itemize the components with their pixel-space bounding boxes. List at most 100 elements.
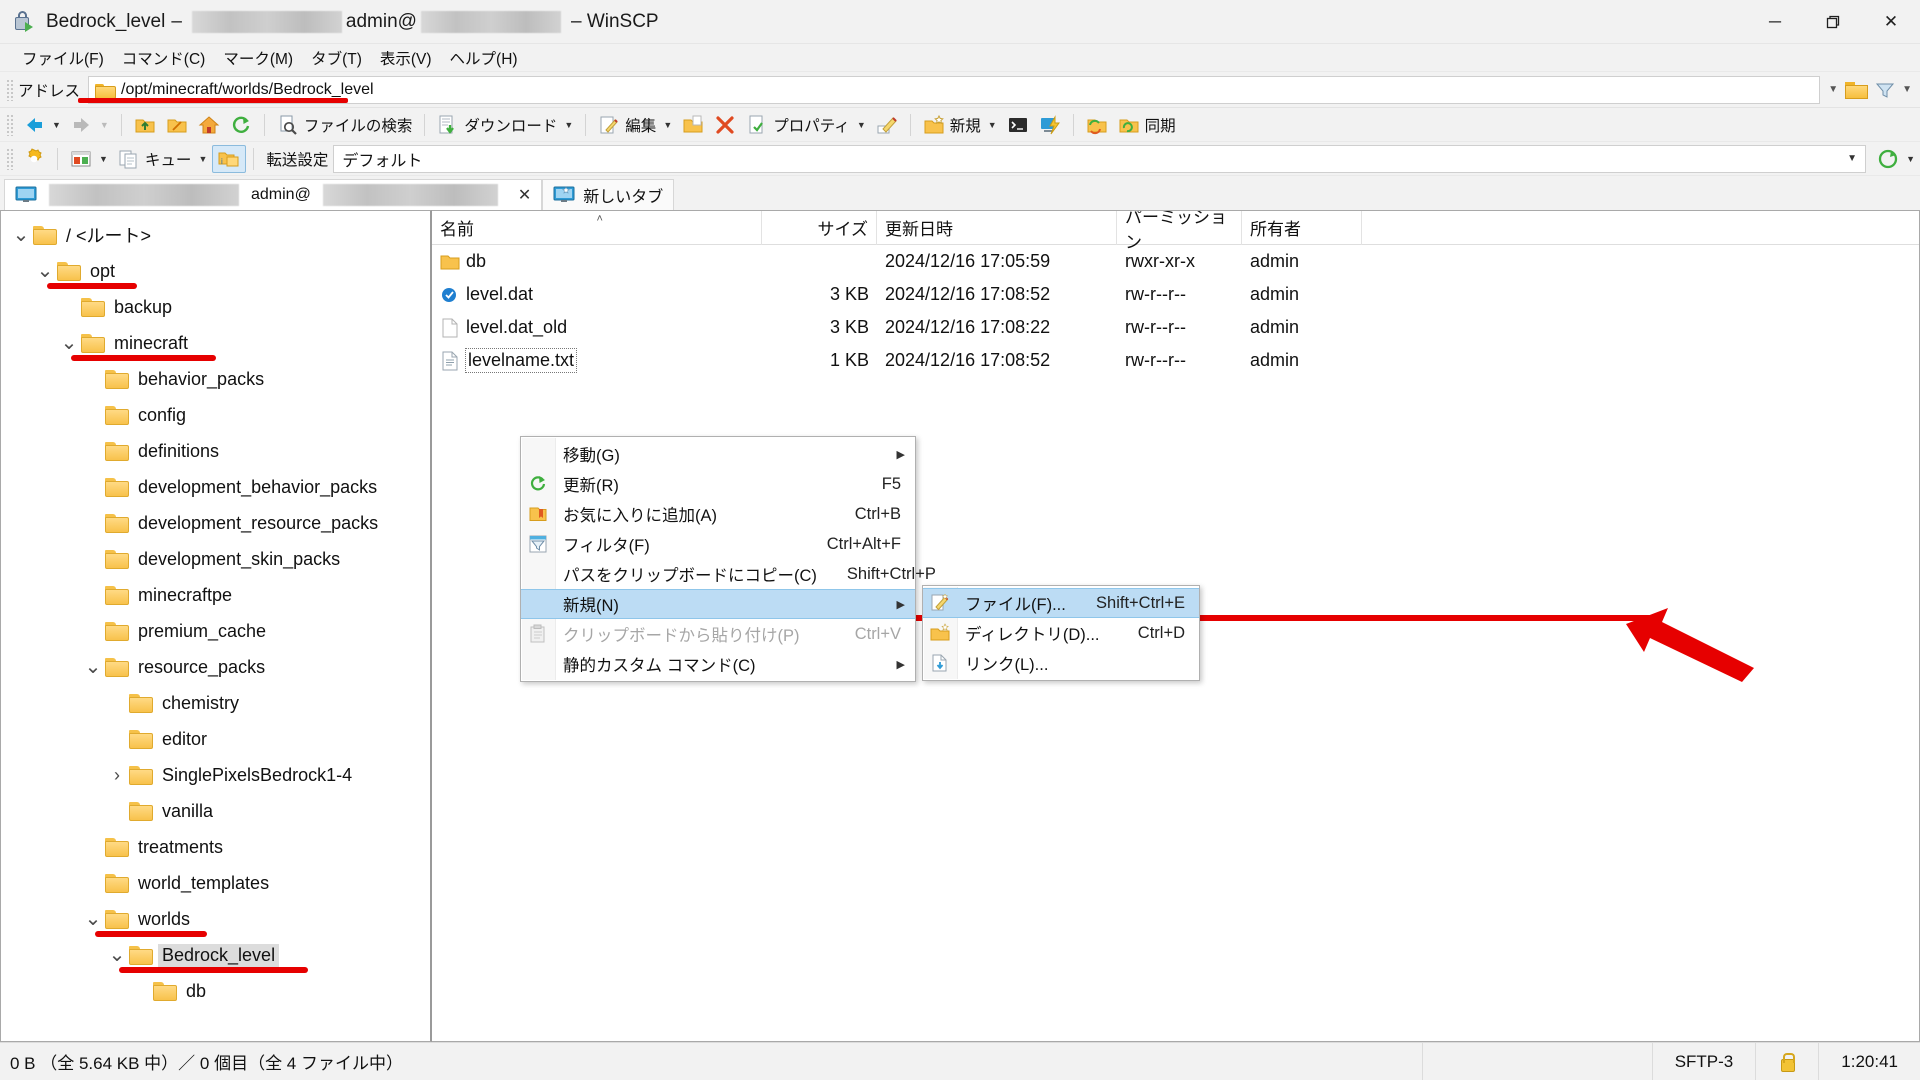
tree-node-chemistry[interactable]: chemistry — [1, 685, 430, 721]
ctx-move[interactable]: 移動(G) ▶ — [521, 439, 915, 469]
delete-button[interactable] — [709, 111, 741, 139]
tree-node-definitions[interactable]: definitions — [1, 433, 430, 469]
ctx-copy-path[interactable]: パスをクリップボードにコピー(C) Shift+Ctrl+P — [521, 559, 936, 589]
toolbar-grip-address[interactable] — [6, 78, 14, 101]
chevron-down-icon-download[interactable]: ▼ — [564, 120, 573, 130]
table-row[interactable]: levelname.txt 1 KB 2024/12/16 17:08:52 rw-r… — [432, 344, 1919, 377]
tree-node-world-templates[interactable]: world_templates — [1, 865, 430, 901]
filter-icon-toolbar[interactable] — [1874, 81, 1896, 99]
column-size[interactable]: サイズ — [762, 211, 877, 245]
chevron-right-icon[interactable]: › — [107, 765, 127, 786]
tree-node-minecraftpe[interactable]: minecraftpe — [1, 577, 430, 613]
tree-node-worlds[interactable]: ⌄ worlds — [1, 901, 430, 937]
menu-tab[interactable]: タブ(T) — [303, 44, 370, 72]
column-permission[interactable]: パーミッション — [1117, 211, 1242, 252]
chevron-down-icon-edit[interactable]: ▼ — [663, 120, 672, 130]
queue-button[interactable]: キュー ▼ — [113, 145, 212, 173]
tree-node-db[interactable]: db — [1, 973, 430, 1009]
chevron-down-icon[interactable]: ⌄ — [11, 225, 31, 245]
open-directory-button[interactable] — [161, 111, 193, 139]
edit-button[interactable]: 編集 ▼ — [593, 111, 677, 139]
synchronize-button[interactable]: 同期 — [1113, 111, 1181, 139]
parent-directory-button[interactable] — [129, 111, 161, 139]
rename-button[interactable] — [871, 111, 903, 139]
properties-button[interactable]: プロパティ ▼ — [741, 111, 871, 139]
duplicate-button[interactable] — [677, 111, 709, 139]
home-directory-button[interactable] — [193, 111, 225, 139]
cell-name[interactable]: levelname.txt — [432, 344, 762, 377]
tree-node-development-resource-packs[interactable]: development_resource_packs — [1, 505, 430, 541]
tree-node-config[interactable]: config — [1, 397, 430, 433]
table-row[interactable]: level.dat_old 3 KB 2024/12/16 17:08:22 rw-r… — [432, 311, 1919, 344]
menu-help[interactable]: ヘルプ(H) — [442, 44, 526, 72]
open-directory-icon[interactable] — [1844, 80, 1869, 99]
refresh-button[interactable] — [225, 111, 257, 139]
chevron-down-icon-address[interactable]: ▼ — [1828, 84, 1838, 95]
chevron-down-icon[interactable]: ⌄ — [83, 909, 103, 929]
menu-command[interactable]: コマンド(C) — [114, 44, 214, 72]
tree-node-resource-packs[interactable]: ⌄ resource_packs — [1, 649, 430, 685]
back-button[interactable]: ▼ — [18, 111, 66, 139]
tree-node-vanilla[interactable]: vanilla — [1, 793, 430, 829]
chevron-down-icon-refresh2[interactable]: ▼ — [1906, 154, 1915, 164]
open-session-button[interactable] — [1034, 111, 1066, 139]
chevron-down-icon[interactable]: ⌄ — [35, 261, 55, 281]
new-button[interactable]: 新規 ▼ — [918, 111, 1002, 139]
view-layout-button[interactable]: ▼ — [65, 145, 113, 173]
tree-node-development-skin-packs[interactable]: development_skin_packs — [1, 541, 430, 577]
tree-node-treatments[interactable]: treatments — [1, 829, 430, 865]
search-files-button[interactable]: ファイルの検索 — [272, 111, 418, 139]
cell-name[interactable]: level.dat — [432, 278, 762, 311]
ctx-filter[interactable]: フィルタ(F) Ctrl+Alt+F — [521, 529, 915, 559]
tree-node-backup[interactable]: backup — [1, 289, 430, 325]
chevron-down-icon-back[interactable]: ▼ — [52, 120, 61, 130]
menu-file[interactable]: ファイル(F) — [14, 44, 112, 72]
chevron-down-icon-forward[interactable]: ▼ — [100, 120, 109, 130]
tree-node-premium-cache[interactable]: premium_cache — [1, 613, 430, 649]
chevron-down-icon[interactable]: ⌄ — [83, 657, 103, 677]
chevron-down-icon-new[interactable]: ▼ — [988, 120, 997, 130]
menu-view[interactable]: 表示(V) — [372, 44, 440, 72]
forward-button[interactable]: ▼ — [66, 111, 114, 139]
chevron-down-icon-queue[interactable]: ▼ — [198, 154, 207, 164]
tree-node-singlepixelsbedrock1-4[interactable]: › SinglePixelsBedrock1-4 — [1, 757, 430, 793]
synchronize-browsing-button[interactable] — [1081, 111, 1113, 139]
preferences-button[interactable] — [18, 145, 50, 173]
ctx-refresh[interactable]: 更新(R) F5 — [521, 469, 915, 499]
transfer-settings-combobox[interactable]: デフォルト ▼ — [333, 144, 1867, 173]
submenu-new-link[interactable]: リンク(L)... — [923, 648, 1199, 678]
status-secure[interactable] — [1755, 1042, 1818, 1080]
ctx-add-favorite[interactable]: お気に入りに追加(A) Ctrl+B — [521, 499, 915, 529]
column-owner[interactable]: 所有者 — [1242, 211, 1362, 245]
chevron-down-icon-transfer[interactable]: ▼ — [1847, 153, 1857, 164]
chevron-down-icon-filter[interactable]: ▼ — [1902, 84, 1912, 95]
open-terminal-button[interactable] — [1002, 111, 1034, 139]
cell-name[interactable]: db — [432, 245, 762, 278]
toolbar-grip-2[interactable] — [6, 147, 14, 170]
ctx-new[interactable]: 新規(N) ▶ — [521, 589, 915, 619]
cell-name[interactable]: level.dat_old — [432, 311, 762, 344]
minimize-button[interactable]: ─ — [1746, 0, 1804, 44]
chevron-down-icon[interactable]: ⌄ — [59, 333, 79, 353]
column-date[interactable]: 更新日時 — [877, 211, 1117, 245]
transfer-settings-refresh-button[interactable]: ▼ — [1872, 145, 1920, 173]
tree-node-editor[interactable]: editor — [1, 721, 430, 757]
context-submenu-new[interactable]: ファイル(F)... Shift+Ctrl+E ディレクトリ(D)... Ctrl+D… — [922, 585, 1200, 681]
table-row[interactable]: level.dat 3 KB 2024/12/16 17:08:52 rw-r--r-… — [432, 278, 1919, 311]
file-list-pane[interactable]: 名前 ˄ サイズ 更新日時 パーミッション 所有者 db 2024/12/16 17:05:… — [432, 210, 1920, 1042]
chevron-down-icon-view[interactable]: ▼ — [99, 154, 108, 164]
tree-node-development-behavior-packs[interactable]: development_behavior_packs — [1, 469, 430, 505]
tab-close-button[interactable]: ✕ — [518, 185, 531, 205]
chevron-down-icon[interactable]: ⌄ — [107, 945, 127, 965]
submenu-new-file[interactable]: ファイル(F)... Shift+Ctrl+E — [923, 588, 1199, 618]
context-menu[interactable]: 移動(G) ▶ 更新(R) F5 お気に入りに追加(A) Ctrl+B フィルタ(F) Ctr… — [520, 436, 936, 682]
tree-node-root[interactable]: ⌄ / <ルート> — [1, 217, 430, 253]
tab-session-active[interactable]: admin@ ✕ — [4, 179, 543, 210]
close-button[interactable]: ✕ — [1862, 0, 1920, 44]
ctx-static-custom-command[interactable]: 静的カスタム コマンド(C) ▶ — [521, 649, 915, 679]
submenu-new-directory[interactable]: ディレクトリ(D)... Ctrl+D — [923, 618, 1199, 648]
toolbar-grip-1[interactable] — [6, 113, 14, 136]
download-button[interactable]: ダウンロード ▼ — [432, 111, 578, 139]
maximize-button[interactable] — [1804, 0, 1862, 44]
menu-mark[interactable]: マーク(M) — [215, 44, 301, 72]
